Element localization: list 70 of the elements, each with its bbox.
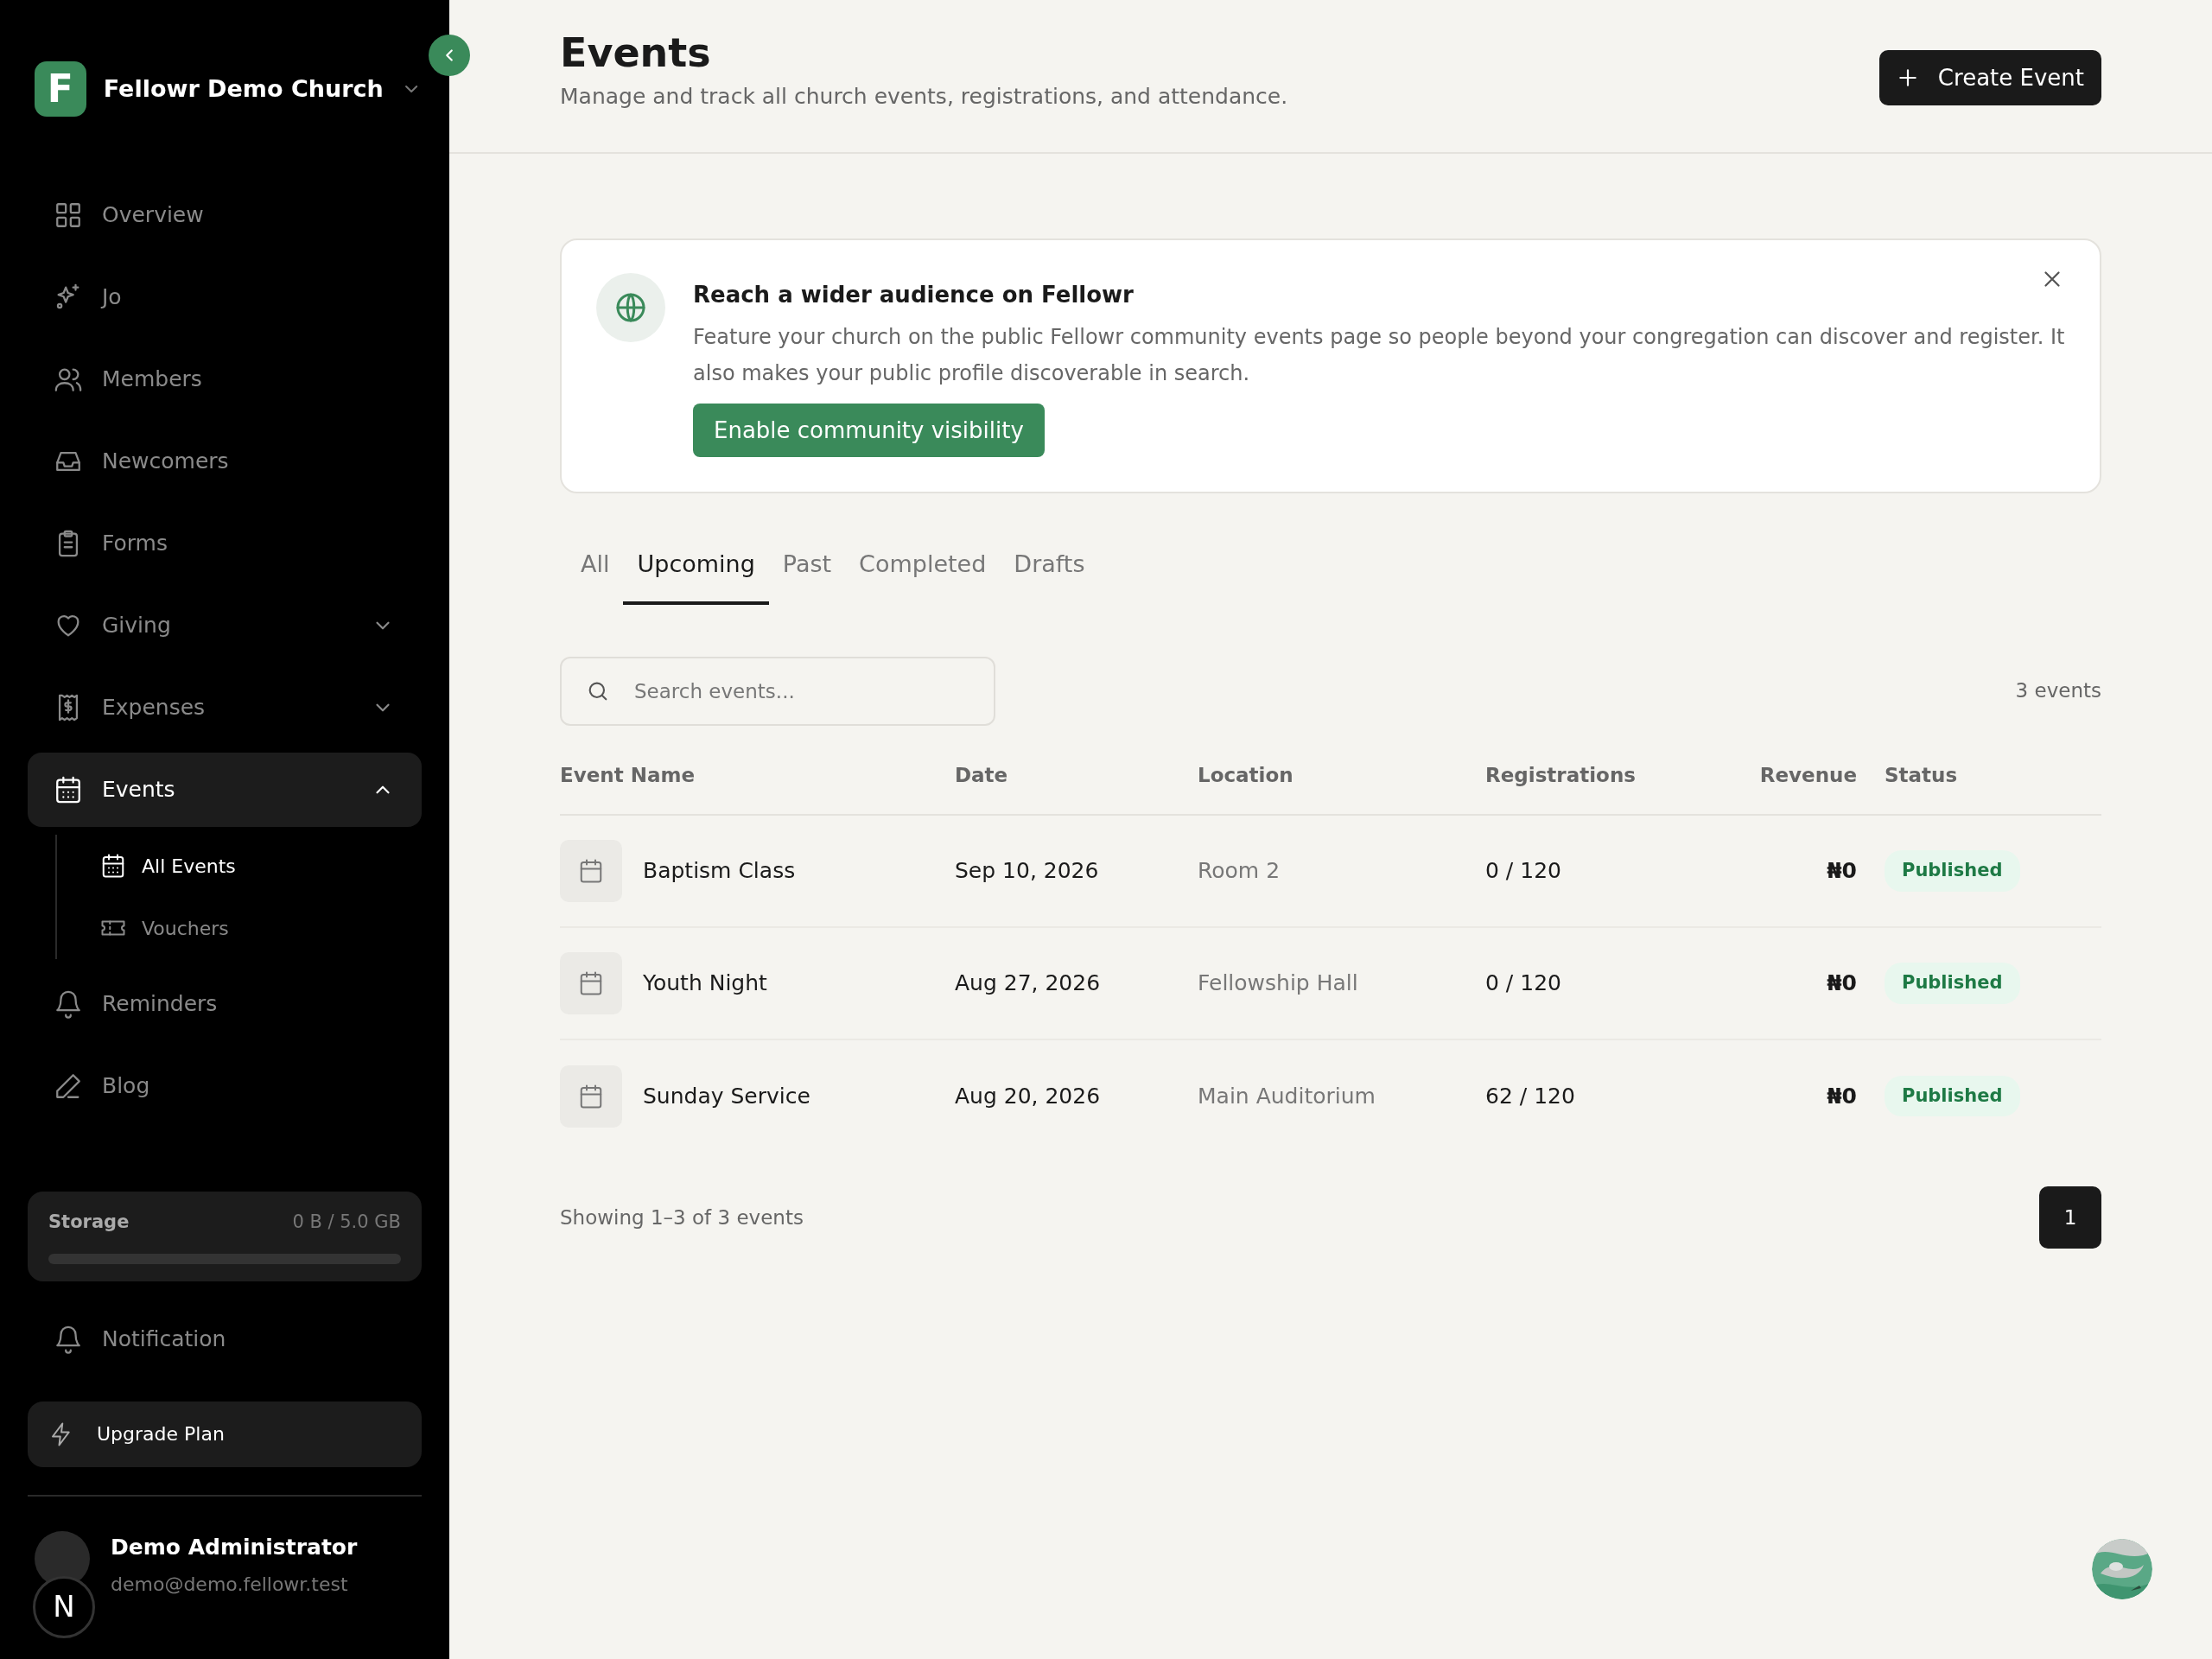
table-cell: ₦0 xyxy=(1827,970,1857,996)
user-email: demo@demo.fellowr.test xyxy=(111,1573,349,1597)
storage-label: Storage xyxy=(48,1211,130,1234)
table-cell: Aug 27, 2026 xyxy=(955,970,1101,996)
event-name: Youth Night xyxy=(643,969,767,998)
nav-item[interactable]: Forms xyxy=(28,506,422,581)
nav-item[interactable]: Members xyxy=(28,342,422,416)
calendar-icon xyxy=(100,853,126,879)
user-name: Demo Administrator xyxy=(111,1533,358,1561)
tab[interactable]: All xyxy=(567,547,624,605)
nav-item[interactable]: Events xyxy=(28,753,422,827)
table-cell: Main Auditorium xyxy=(1198,1083,1376,1109)
upgrade-plan-button[interactable]: Upgrade Plan xyxy=(28,1401,422,1467)
page-title: Events xyxy=(560,31,712,75)
enable-visibility-button[interactable]: Enable community visibility xyxy=(693,404,1045,457)
pagination-summary: Showing 1–3 of 3 events xyxy=(560,1205,804,1230)
event-icon xyxy=(560,952,622,1014)
event-icon xyxy=(560,1065,622,1128)
column-header: Status xyxy=(1857,760,2101,815)
table-cell: Aug 20, 2026 xyxy=(955,1083,1101,1109)
status-badge: Published xyxy=(1885,850,2020,892)
calendar-icon xyxy=(54,775,83,804)
event-count: 3 events xyxy=(2015,678,2101,704)
tab[interactable]: Drafts xyxy=(1000,547,1099,605)
status-badge: Published xyxy=(1885,1075,2020,1117)
nav-subitem[interactable]: All Events xyxy=(57,835,422,897)
dev-indicator-button[interactable]: N xyxy=(33,1575,95,1638)
storage-reading: 0 B / 5.0 GB xyxy=(292,1211,401,1234)
event-name: Baptism Class xyxy=(643,857,796,886)
page-subtitle: Manage and track all church events, registrations, and attendance. xyxy=(560,82,1288,111)
create-event-button[interactable]: Create Event xyxy=(1878,50,2101,105)
table-cell: Sep 10, 2026 xyxy=(955,858,1099,884)
nav-subitem[interactable]: Vouchers xyxy=(57,897,422,959)
pencil-icon xyxy=(54,1071,83,1101)
logo: F xyxy=(35,61,86,117)
table-cell: 62 / 120 xyxy=(1485,1083,1575,1109)
banner-title: Reach a wider audience on Fellowr xyxy=(693,281,1134,309)
table-cell: ₦0 xyxy=(1827,858,1857,884)
column-header: Event Name xyxy=(560,760,955,815)
table-cell: 0 / 120 xyxy=(1485,970,1561,996)
table-cell: Fellowship Hall xyxy=(1198,970,1358,996)
tab[interactable]: Upcoming xyxy=(623,547,769,605)
notification-item[interactable]: Notification xyxy=(28,1301,422,1376)
event-icon xyxy=(560,840,622,902)
event-name: Sunday Service xyxy=(643,1082,810,1110)
bell-icon xyxy=(54,989,83,1019)
banner-text: Feature your church on the public Fellowr community events page so people beyond your congregation can discover and register. It also makes your public profile discoverable in search. xyxy=(693,324,2065,387)
tab[interactable]: Past xyxy=(768,547,846,605)
grid-icon xyxy=(54,200,83,230)
nav-item[interactable]: Reminders xyxy=(28,967,422,1041)
column-header: Registrations xyxy=(1485,760,1745,815)
table-cell: ₦0 xyxy=(1827,1083,1857,1109)
nav-item[interactable]: Jo xyxy=(28,260,422,334)
column-header: Location xyxy=(1198,760,1485,815)
page-button[interactable]: 1 xyxy=(2039,1186,2101,1249)
collapse-button[interactable] xyxy=(429,35,470,76)
table-cell: 0 / 120 xyxy=(1485,858,1561,884)
nav-item[interactable]: Newcomers xyxy=(28,424,422,499)
column-header: Revenue xyxy=(1745,760,1857,815)
nav-item[interactable]: Blog xyxy=(28,1049,422,1123)
organization-name: Fellowr Demo Church xyxy=(103,73,384,104)
column-header: Date xyxy=(955,760,1198,815)
tab[interactable]: Completed xyxy=(845,547,1001,605)
table-cell: Room 2 xyxy=(1198,858,1281,884)
nav-item[interactable]: Expenses xyxy=(28,671,422,745)
search-field[interactable]: Search events... xyxy=(560,656,995,726)
status-badge: Published xyxy=(1885,963,2020,1004)
nav-item[interactable]: Giving xyxy=(28,588,422,663)
bell-icon xyxy=(54,1324,83,1354)
nav-item[interactable]: Overview xyxy=(28,178,422,252)
